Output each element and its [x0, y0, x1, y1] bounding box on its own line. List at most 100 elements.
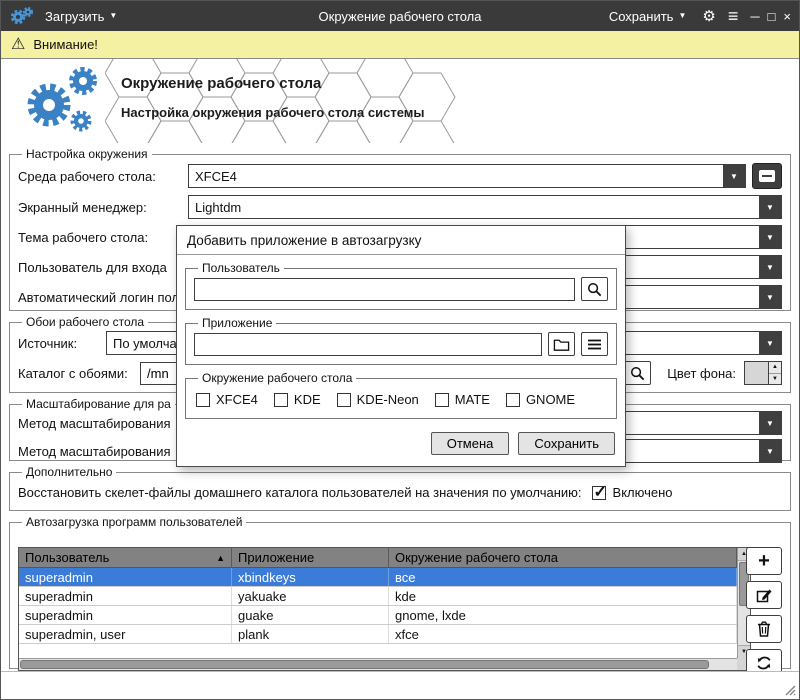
dialog-user-fieldset: Пользователь: [185, 261, 617, 310]
header-subtitle: Настройка окружения рабочего стола систе…: [121, 105, 425, 120]
horizontal-scroll-thumb[interactable]: [20, 660, 709, 669]
bg-color-label: Цвет фона:: [667, 366, 736, 381]
gears-logo-icon: [17, 61, 112, 143]
app-list-button[interactable]: [581, 332, 608, 356]
dialog-save-button[interactable]: Сохранить: [518, 432, 615, 455]
chevron-down-icon[interactable]: ▼: [759, 256, 781, 278]
scaling-legend: Масштабирование для ра: [22, 397, 175, 411]
display-manager-value: Lightdm: [189, 200, 759, 215]
desktop-env-browse-button[interactable]: [752, 163, 782, 189]
column-user-label: Пользователь: [25, 550, 109, 565]
autologin-label: Автоматический логин пол: [18, 290, 188, 305]
dialog-app-fieldset: Приложение: [185, 316, 617, 365]
resize-grip[interactable]: [782, 682, 796, 696]
cell-env: kde: [389, 587, 737, 605]
desktop-env-select[interactable]: XFCE4 ▼: [188, 164, 746, 188]
login-user-label: Пользователь для входа: [18, 260, 188, 275]
dialog-app-input[interactable]: [194, 333, 542, 356]
restore-skel-row: Восстановить скелет-файлы домашнего ката…: [18, 485, 782, 500]
column-header-env[interactable]: Окружение рабочего стола: [389, 548, 737, 567]
chevron-down-icon[interactable]: ▼: [759, 332, 781, 354]
table-row[interactable]: superadmin xbindkeys все: [19, 568, 737, 587]
restore-skel-label: Восстановить скелет-файлы домашнего ката…: [18, 485, 582, 500]
dialog-env-legend: Окружение рабочего стола: [198, 371, 356, 385]
cell-user: superadmin, user: [19, 625, 232, 643]
app-folder-button[interactable]: [548, 332, 575, 356]
checkbox-label: KDE-Neon: [357, 392, 419, 407]
desktop-theme-label: Тема рабочего стола:: [18, 230, 188, 245]
checkbox-xfce4[interactable]: XFCE4: [196, 392, 258, 407]
column-header-user[interactable]: Пользователь ▲: [19, 548, 232, 567]
close-button[interactable]: ×: [783, 10, 791, 23]
dialog-user-input[interactable]: [194, 278, 575, 301]
header-text: Окружение рабочего стола Настройка окруж…: [121, 75, 425, 120]
column-header-app[interactable]: Приложение: [232, 548, 389, 567]
chevron-down-icon[interactable]: ▼: [759, 440, 781, 462]
trash-icon: [755, 620, 773, 638]
chevron-down-icon[interactable]: ▼: [759, 412, 781, 434]
save-menu-button[interactable]: Сохранить ▼: [605, 6, 691, 27]
warning-text: Внимание!: [33, 37, 98, 52]
cell-app: xbindkeys: [232, 568, 389, 586]
cell-app: yakuake: [232, 587, 389, 605]
checkbox-kde-neon[interactable]: KDE-Neon: [337, 392, 419, 407]
sort-asc-icon: ▲: [210, 553, 225, 563]
bg-color-spinner[interactable]: ▲ ▼: [744, 361, 782, 385]
hamburger-menu-icon[interactable]: ≡: [728, 7, 739, 25]
minimize-button[interactable]: ─: [750, 10, 759, 23]
plus-icon: +: [758, 551, 770, 571]
table-row[interactable]: superadmin yakuake kde: [19, 587, 737, 606]
statusbar: [1, 671, 799, 699]
edit-autostart-button[interactable]: [746, 581, 782, 609]
checkbox-gnome[interactable]: GNOME: [506, 392, 575, 407]
wallpaper-dir-search-button[interactable]: [624, 361, 651, 385]
settings-gear-icon[interactable]: ⚙: [702, 9, 715, 24]
desktop-env-value: XFCE4: [189, 169, 723, 184]
add-autostart-dialog: Добавить приложение в автозагрузку Польз…: [176, 225, 626, 467]
delete-autostart-button[interactable]: [746, 615, 782, 643]
edit-icon: [755, 586, 773, 604]
additional-fieldset: Дополнительно Восстановить скелет-файлы …: [9, 465, 791, 511]
checkbox-mate[interactable]: MATE: [435, 392, 490, 407]
spinner-arrows: ▲ ▼: [768, 362, 781, 384]
chevron-down-icon[interactable]: ▼: [759, 196, 781, 218]
load-menu-button[interactable]: Загрузить ▼: [41, 6, 121, 27]
chevron-down-icon[interactable]: ▼: [759, 286, 781, 308]
checkbox-box: [506, 393, 520, 407]
dialog-env-fieldset: Окружение рабочего стола XFCE4 KDE KDE-N…: [185, 371, 617, 419]
add-autostart-button[interactable]: +: [746, 547, 782, 575]
cell-app: guake: [232, 606, 389, 624]
maximize-button[interactable]: □: [768, 10, 776, 23]
display-manager-select[interactable]: Lightdm ▼: [188, 195, 782, 219]
autostart-fieldset: Автозагрузка программ пользователей Поль…: [9, 515, 791, 669]
enabled-checkbox[interactable]: ✓: [592, 486, 606, 500]
spinner-up-icon[interactable]: ▲: [769, 362, 781, 374]
cell-env: все: [389, 568, 737, 586]
checkbox-label: GNOME: [526, 392, 575, 407]
scaling-method2-label: Метод масштабирования: [18, 444, 188, 459]
titlebar-right: Сохранить ▼ ⚙ ≡ ─ □ ×: [605, 6, 791, 27]
checkbox-label: XFCE4: [216, 392, 258, 407]
table-row[interactable]: superadmin guake gnome, lxde: [19, 606, 737, 625]
horizontal-scrollbar[interactable]: [19, 658, 737, 670]
enabled-label: Включено: [613, 485, 673, 500]
checkbox-kde[interactable]: KDE: [274, 392, 321, 407]
scaling-method1-label: Метод масштабирования: [18, 416, 188, 431]
desktop-env-label: Среда рабочего стола:: [18, 169, 188, 184]
display-manager-row: Экранный менеджер: Lightdm ▼: [18, 195, 782, 219]
chevron-down-icon[interactable]: ▼: [759, 226, 781, 248]
checkbox-label: MATE: [455, 392, 490, 407]
titlebar: Загрузить ▼ Окружение рабочего стола Сох…: [1, 1, 799, 31]
wallpaper-dir-label: Каталог с обоями:: [18, 366, 140, 381]
spinner-down-icon[interactable]: ▼: [769, 374, 781, 385]
autostart-legend: Автозагрузка программ пользователей: [22, 515, 246, 529]
table-toolbar: +: [746, 547, 782, 683]
chevron-down-icon[interactable]: ▼: [723, 165, 745, 187]
cancel-button[interactable]: Отмена: [431, 432, 510, 455]
user-search-button[interactable]: [581, 277, 608, 301]
cell-env: gnome, lxde: [389, 606, 737, 624]
search-icon: [629, 365, 646, 382]
app-logo-gears-icon: [9, 5, 35, 27]
wallpaper-source-label: Источник:: [18, 336, 106, 351]
table-row[interactable]: superadmin, user plank xfce: [19, 625, 737, 644]
